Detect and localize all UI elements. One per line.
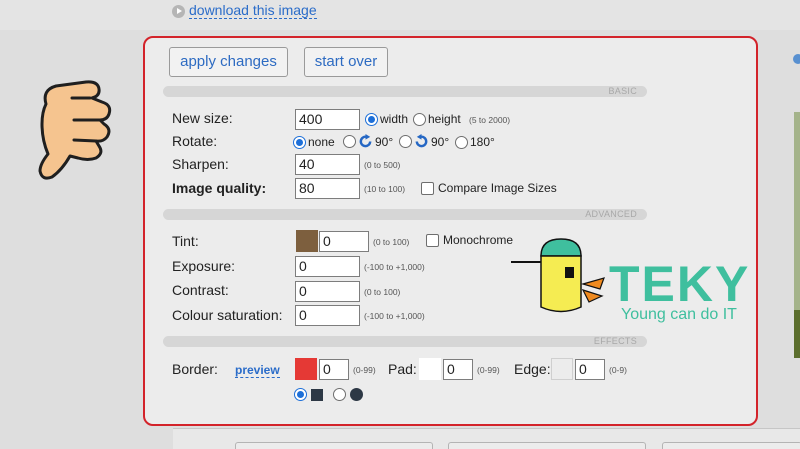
- tint-label: Tint:: [172, 233, 199, 249]
- rotate-none-label: none: [308, 135, 335, 149]
- play-arrow-icon: [172, 4, 185, 18]
- exposure-hint: (-100 to +1,000): [364, 262, 425, 272]
- new-size-input[interactable]: 400: [295, 109, 360, 130]
- pointing-hand-icon: [38, 80, 112, 180]
- border-input[interactable]: 0: [319, 359, 349, 380]
- basic-section-title: BASIC: [608, 86, 637, 96]
- advanced-section-header: ADVANCED: [163, 209, 647, 220]
- bottom-button-2[interactable]: [448, 442, 646, 449]
- rotate-none-radio[interactable]: [293, 135, 306, 149]
- round-corner-radio[interactable]: [333, 388, 346, 401]
- width-option[interactable]: width: [365, 112, 408, 126]
- rotate-cw-option[interactable]: 90°: [343, 134, 393, 149]
- colour-saturation-label: Colour saturation:: [172, 307, 283, 323]
- download-link-row[interactable]: download this image: [172, 3, 317, 19]
- effects-section-header: EFFECTS: [163, 336, 647, 347]
- rotate-label: Rotate:: [172, 133, 218, 149]
- edge-input[interactable]: 0: [575, 359, 605, 380]
- square-corner-radio[interactable]: [294, 388, 307, 401]
- exposure-input[interactable]: 0: [295, 256, 360, 277]
- rotate-clockwise-icon: [359, 134, 372, 148]
- rotate-180-label: 180°: [470, 135, 495, 149]
- colour-saturation-input[interactable]: 0: [295, 305, 360, 326]
- circle-icon: [350, 388, 363, 401]
- tint-color-swatch[interactable]: [296, 230, 318, 252]
- pad-input[interactable]: 0: [443, 359, 473, 380]
- new-size-label: New size:: [172, 110, 233, 126]
- border-hint: (0-99): [353, 365, 376, 375]
- sharpen-label: Sharpen:: [172, 156, 229, 172]
- width-option-label: width: [380, 112, 409, 126]
- pad-hint: (0-99): [477, 365, 500, 375]
- square-corner-option[interactable]: [294, 388, 323, 401]
- pad-color-swatch[interactable]: [419, 358, 441, 380]
- top-bar: [0, 0, 800, 30]
- rotate-none-option[interactable]: none: [293, 135, 335, 149]
- rotate-ccw-label: 90°: [431, 134, 450, 149]
- bottom-button-1[interactable]: [235, 442, 433, 449]
- sharpen-input[interactable]: 40: [295, 154, 360, 175]
- contrast-label: Contrast:: [172, 282, 229, 298]
- monochrome-checkbox[interactable]: [426, 234, 439, 247]
- image-quality-hint: (10 to 100): [364, 184, 406, 194]
- teky-logo-text: TEKY: [609, 256, 750, 312]
- advanced-section-title: ADVANCED: [585, 209, 637, 219]
- pad-label: Pad:: [388, 361, 417, 377]
- effects-section-title: EFFECTS: [593, 336, 637, 346]
- rotate-ccw-option[interactable]: 90°: [399, 134, 449, 149]
- rotate-180-option[interactable]: 180°: [455, 135, 495, 149]
- editor-panel: apply changes start over BASIC New size:…: [143, 36, 758, 426]
- compare-sizes-checkbox[interactable]: [421, 182, 434, 195]
- exposure-label: Exposure:: [172, 258, 236, 274]
- basic-section-header: BASIC: [163, 86, 647, 97]
- rotate-counterclockwise-icon: [415, 134, 428, 148]
- preview-link[interactable]: preview: [235, 364, 280, 378]
- contrast-input[interactable]: 0: [295, 281, 360, 302]
- tint-hint: (0 to 100): [373, 237, 410, 247]
- apply-changes-button[interactable]: apply changes: [169, 47, 288, 77]
- rotate-ccw-radio[interactable]: [399, 135, 412, 148]
- rotate-180-radio[interactable]: [455, 135, 468, 149]
- square-icon: [311, 388, 323, 401]
- edge-color-swatch[interactable]: [551, 358, 573, 380]
- border-label: Border:: [172, 361, 218, 377]
- download-image-link[interactable]: download this image: [189, 3, 317, 19]
- height-radio[interactable]: [413, 112, 426, 126]
- round-corner-option[interactable]: [333, 388, 363, 401]
- rotate-cw-label: 90°: [375, 134, 394, 149]
- width-radio[interactable]: [365, 112, 378, 126]
- border-color-swatch[interactable]: [295, 358, 317, 380]
- contrast-hint: (0 to 100): [364, 287, 401, 297]
- right-dot-icon: [793, 54, 800, 64]
- teky-tagline: Young can do IT: [621, 306, 737, 323]
- image-quality-input[interactable]: 80: [295, 178, 360, 199]
- monochrome-label: Monochrome: [443, 233, 514, 247]
- height-option[interactable]: height: [413, 112, 461, 126]
- sharpen-hint: (0 to 500): [364, 160, 401, 170]
- edge-hint: (0-9): [609, 365, 627, 375]
- rotate-cw-radio[interactable]: [343, 135, 356, 148]
- height-option-label: height: [428, 112, 461, 126]
- teky-logo: TEKY Young can do IT: [511, 238, 750, 323]
- edge-label: Edge:: [514, 361, 551, 377]
- size-hint: (5 to 2000): [469, 115, 511, 125]
- right-image-strip: [794, 112, 800, 358]
- image-quality-label: Image quality:: [172, 180, 267, 196]
- tint-input[interactable]: 0: [319, 231, 369, 252]
- colour-saturation-hint: (-100 to +1,000): [364, 311, 425, 321]
- start-over-button[interactable]: start over: [304, 47, 388, 77]
- bottom-button-3[interactable]: [662, 442, 800, 449]
- compare-sizes-label: Compare Image Sizes: [438, 181, 557, 195]
